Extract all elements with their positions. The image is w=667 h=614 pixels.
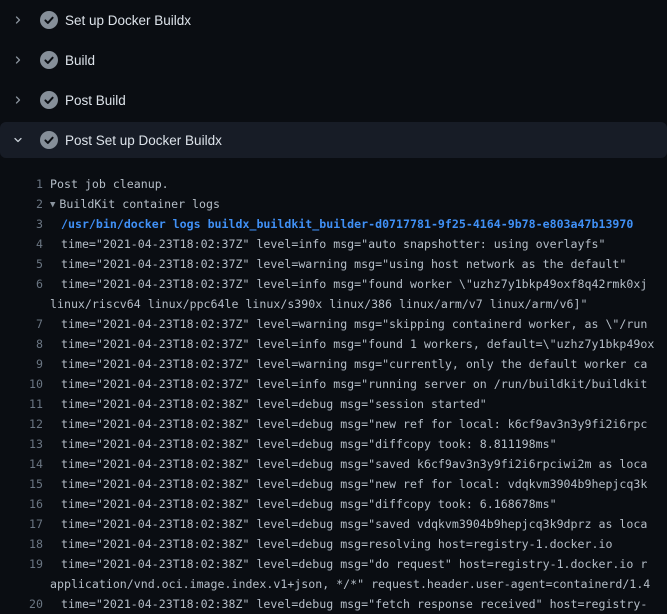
check-circle-icon bbox=[40, 11, 58, 29]
log-line-number bbox=[0, 574, 43, 594]
log-line-number[interactable]: 16 bbox=[0, 494, 43, 514]
log-line-text: time="2021-04-23T18:02:38Z" level=debug … bbox=[61, 414, 647, 434]
step-row-post-set-up-docker-buildx[interactable]: Post Set up Docker Buildx bbox=[0, 122, 667, 158]
log-line: 1 Post job cleanup. bbox=[0, 174, 667, 194]
log-viewer: 1 Post job cleanup. 2 ▼BuildKit containe… bbox=[0, 160, 667, 614]
log-line-number[interactable]: 9 bbox=[0, 354, 43, 374]
log-line-text: time="2021-04-23T18:02:37Z" level=info m… bbox=[61, 234, 605, 254]
log-line: 19 time="2021-04-23T18:02:38Z" level=deb… bbox=[0, 554, 667, 574]
log-line: application/vnd.oci.image.index.v1+json,… bbox=[0, 574, 667, 594]
log-line-text: time="2021-04-23T18:02:38Z" level=debug … bbox=[61, 434, 557, 454]
log-line: 20 time="2021-04-23T18:02:38Z" level=deb… bbox=[0, 594, 667, 614]
log-line-number[interactable]: 18 bbox=[0, 534, 43, 554]
log-line: 5 time="2021-04-23T18:02:37Z" level=warn… bbox=[0, 254, 667, 274]
log-line-number[interactable]: 4 bbox=[0, 234, 43, 254]
log-line-text: time="2021-04-23T18:02:37Z" level=info m… bbox=[61, 334, 654, 354]
log-line: 10 time="2021-04-23T18:02:37Z" level=inf… bbox=[0, 374, 667, 394]
step-row-build[interactable]: Build bbox=[0, 40, 667, 80]
log-line-number[interactable]: 6 bbox=[0, 274, 43, 294]
log-line: 11 time="2021-04-23T18:02:38Z" level=deb… bbox=[0, 394, 667, 414]
collapse-triangle-icon[interactable]: ▼ bbox=[50, 195, 55, 214]
step-title: Post Build bbox=[65, 93, 126, 108]
log-line-text: time="2021-04-23T18:02:37Z" level=warnin… bbox=[61, 354, 647, 374]
log-line-number[interactable]: 19 bbox=[0, 554, 43, 574]
log-line-text: time="2021-04-23T18:02:37Z" level=warnin… bbox=[61, 314, 647, 334]
log-line-number[interactable]: 11 bbox=[0, 394, 43, 414]
log-line-number[interactable]: 12 bbox=[0, 414, 43, 434]
check-circle-icon bbox=[40, 131, 58, 149]
log-line-text: time="2021-04-23T18:02:38Z" level=debug … bbox=[61, 514, 647, 534]
log-line: 2 ▼BuildKit container logs bbox=[0, 194, 667, 214]
log-line-number[interactable]: 3 bbox=[0, 214, 43, 234]
check-circle-icon bbox=[40, 91, 58, 109]
log-line-number[interactable]: 2 bbox=[0, 194, 43, 214]
chevron-right-icon bbox=[12, 94, 24, 106]
log-line-number[interactable]: 8 bbox=[0, 334, 43, 354]
log-line: 4 time="2021-04-23T18:02:37Z" level=info… bbox=[0, 234, 667, 254]
log-line: 16 time="2021-04-23T18:02:38Z" level=deb… bbox=[0, 494, 667, 514]
log-line-number[interactable]: 15 bbox=[0, 474, 43, 494]
check-circle-icon bbox=[40, 51, 58, 69]
log-line-text: time="2021-04-23T18:02:37Z" level=info m… bbox=[61, 274, 647, 294]
log-line: 13 time="2021-04-23T18:02:38Z" level=deb… bbox=[0, 434, 667, 454]
chevron-right-icon bbox=[12, 14, 24, 26]
log-line-text: /usr/bin/docker logs buildx_buildkit_bui… bbox=[61, 214, 633, 234]
chevron-down-icon bbox=[12, 134, 24, 146]
log-line: 15 time="2021-04-23T18:02:38Z" level=deb… bbox=[0, 474, 667, 494]
log-line: 9 time="2021-04-23T18:02:37Z" level=warn… bbox=[0, 354, 667, 374]
log-line-text: time="2021-04-23T18:02:38Z" level=debug … bbox=[61, 494, 557, 514]
step-row-post-build[interactable]: Post Build bbox=[0, 80, 667, 120]
log-line-number[interactable]: 14 bbox=[0, 454, 43, 474]
step-title: Post Set up Docker Buildx bbox=[65, 133, 222, 148]
log-line-text: Post job cleanup. bbox=[50, 174, 169, 194]
step-row-set-up-docker-buildx[interactable]: Set up Docker Buildx bbox=[0, 0, 667, 40]
log-line-number[interactable]: 20 bbox=[0, 594, 43, 614]
log-line: 3 /usr/bin/docker logs buildx_buildkit_b… bbox=[0, 214, 667, 234]
log-line: 17 time="2021-04-23T18:02:38Z" level=deb… bbox=[0, 514, 667, 534]
log-line: 18 time="2021-04-23T18:02:38Z" level=deb… bbox=[0, 534, 667, 554]
steps-list: Set up Docker Buildx Build bbox=[0, 0, 667, 158]
step-title: Set up Docker Buildx bbox=[65, 13, 191, 28]
log-line: 7 time="2021-04-23T18:02:37Z" level=warn… bbox=[0, 314, 667, 334]
log-line-text: time="2021-04-23T18:02:38Z" level=debug … bbox=[61, 454, 647, 474]
log-line-text: time="2021-04-23T18:02:38Z" level=debug … bbox=[61, 394, 487, 414]
log-line-text: time="2021-04-23T18:02:37Z" level=info m… bbox=[61, 374, 647, 394]
log-line: 8 time="2021-04-23T18:02:37Z" level=info… bbox=[0, 334, 667, 354]
log-line-number bbox=[0, 294, 43, 314]
step-title: Build bbox=[65, 53, 95, 68]
log-line-text: time="2021-04-23T18:02:38Z" level=debug … bbox=[61, 594, 647, 614]
log-line-number[interactable]: 13 bbox=[0, 434, 43, 454]
log-line-number[interactable]: 1 bbox=[0, 174, 43, 194]
log-line-number[interactable]: 5 bbox=[0, 254, 43, 274]
log-line-number[interactable]: 17 bbox=[0, 514, 43, 534]
log-line-number[interactable]: 7 bbox=[0, 314, 43, 334]
chevron-right-icon bbox=[12, 54, 24, 66]
log-line-number[interactable]: 10 bbox=[0, 374, 43, 394]
log-line-text: time="2021-04-23T18:02:38Z" level=debug … bbox=[61, 474, 647, 494]
log-line-text: time="2021-04-23T18:02:38Z" level=debug … bbox=[61, 534, 612, 554]
log-line-text: application/vnd.oci.image.index.v1+json,… bbox=[50, 574, 650, 594]
log-line-text: linux/riscv64 linux/ppc64le linux/s390x … bbox=[50, 294, 587, 314]
log-line: 6 time="2021-04-23T18:02:37Z" level=info… bbox=[0, 274, 667, 294]
log-line-text: time="2021-04-23T18:02:37Z" level=warnin… bbox=[61, 254, 626, 274]
log-line-text: ▼BuildKit container logs bbox=[50, 194, 220, 214]
log-line: 14 time="2021-04-23T18:02:38Z" level=deb… bbox=[0, 454, 667, 474]
log-line-text: time="2021-04-23T18:02:38Z" level=debug … bbox=[61, 554, 647, 574]
log-line: 12 time="2021-04-23T18:02:38Z" level=deb… bbox=[0, 414, 667, 434]
log-line: linux/riscv64 linux/ppc64le linux/s390x … bbox=[0, 294, 667, 314]
